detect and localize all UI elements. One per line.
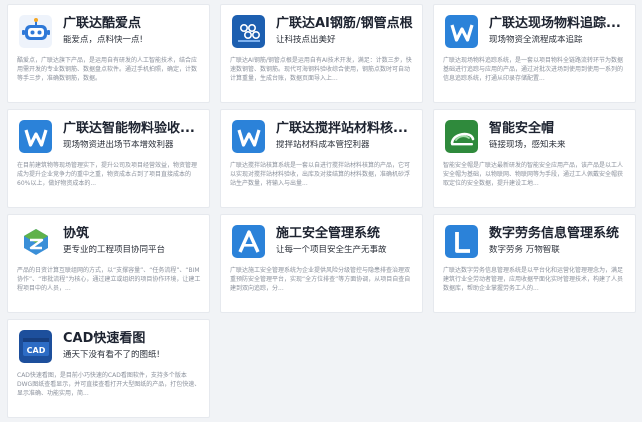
product-title[interactable]: 数字劳务信息管理系统 [489, 226, 629, 242]
product-title[interactable]: 广联达搅拌站材料核... [276, 121, 416, 137]
product-title[interactable]: 施工安全管理系统 [276, 226, 416, 242]
product-subtitle: 通天下没有看不了的图纸! [63, 350, 160, 360]
helmet-icon [445, 120, 478, 153]
product-description: 在目前建筑物等现场管理实下，提升公司及项目经营效益，物资管理成为提升企业竞争力的… [17, 162, 198, 187]
product-title[interactable]: 广联达智能物料验收... [63, 121, 203, 137]
product-card[interactable]: 广联达搅拌站材料核... 搅拌站材料成本管控利器 广联达搅拌站核算系统是一套以自… [220, 109, 423, 208]
product-card[interactable]: 广联达酷爱点 能爱点，点料快一点! 酷爱点，广联达旗下产品，是运用自有研发的人工… [7, 4, 210, 103]
product-description: 广联达搅拌站核算系统是一套以自进行搅拌站材料核算的产品，它可以实现对搅拌站材料验… [230, 162, 411, 187]
rebar-icon [232, 15, 265, 48]
product-subtitle: 链接现场，感知未来 [489, 140, 566, 150]
product-card[interactable]: 智能安全帽 链接现场，感知未来 智能安全帽是广联达最新研发的智能安全应用产品，该… [433, 109, 636, 208]
product-description: 广联达数字劳务信息管理系统是以平台化和运营化管理理念为，满足建筑行业全劳动者管理… [443, 267, 624, 292]
product-description: 广联达施工安全管理系统为企业提供风险分级管控与隐患排查治理双重预防安全管理平台，… [230, 267, 411, 292]
w-logo-icon [445, 15, 478, 48]
product-subtitle: 让科技点出美好 [276, 35, 336, 45]
product-subtitle: 搅拌站材料成本管控利器 [276, 140, 370, 150]
product-subtitle: 更专业的工程项目协同平台 [63, 245, 166, 255]
svg-text:CAD: CAD [26, 346, 45, 355]
product-title[interactable]: 广联达酷爱点 [63, 16, 203, 32]
product-card[interactable]: CAD CAD快速看图 通天下没有看不了的图纸! CAD快速看图，是目前小巧快速… [7, 319, 210, 418]
product-description: 智能安全帽是广联达最新研发的智能安全应用产品，该产品是以工人安全帽为基础，以物联… [443, 162, 624, 187]
product-card[interactable]: 数字劳务信息管理系统 数字劳务 万物智联 广联达数字劳务信息管理系统是以平台化和… [433, 214, 636, 313]
product-subtitle: 让每一个项目安全生产无事故 [276, 245, 387, 255]
product-card[interactable]: 广联达智能物料验收... 现场物资进出场节本增效利器 在目前建筑物等现场管理实下… [7, 109, 210, 208]
product-subtitle: 能爱点，点料快一点! [63, 35, 143, 45]
product-description: 严品的日资计算互联组网的方式，以“支撑容量”、“任务流程”、“BIM协作”、“审… [17, 267, 201, 292]
product-description: 酷爱点，广联达旗下产品，是运用自有研发的人工智能技术，结合应用需开发的专业数钢筋… [17, 57, 198, 82]
product-title[interactable]: CAD快速看图 [63, 331, 203, 347]
product-title[interactable]: 广联达AI钢筋/钢管点根 [276, 16, 416, 32]
product-subtitle: 现场物资全流程成本追踪 [489, 35, 583, 45]
l-logo-icon [445, 225, 478, 258]
product-subtitle: 数字劳务 万物智联 [489, 245, 560, 255]
a-logo-icon [232, 225, 265, 258]
product-subtitle: 现场物资进出场节本增效利器 [63, 140, 174, 150]
xiezhu-icon [19, 225, 52, 258]
cad-icon: CAD [19, 330, 52, 363]
w-logo-icon [19, 120, 52, 153]
product-card[interactable]: 广联达现场物料追踪... 现场物资全流程成本追踪 广联达现场物料追踪系统，是一套… [433, 4, 636, 103]
robot-icon [19, 15, 52, 48]
product-card[interactable]: 施工安全管理系统 让每一个项目安全生产无事故 广联达施工安全管理系统为企业提供风… [220, 214, 423, 313]
product-description: 广联达AI钢筋/钢管点根是运用自有AI技术开发，满足：计数三步，快速数钢管、数钢… [230, 57, 412, 82]
product-title[interactable]: 广联达现场物料追踪... [489, 16, 629, 32]
product-card[interactable]: 广联达AI钢筋/钢管点根 让科技点出美好 广联达AI钢筋/钢管点根是运用自有AI… [220, 4, 423, 103]
product-grid: 广联达酷爱点 能爱点，点料快一点! 酷爱点，广联达旗下产品，是运用自有研发的人工… [7, 4, 636, 418]
product-card[interactable]: 协筑 更专业的工程项目协同平台 严品的日资计算互联组网的方式，以“支撑容量”、“… [7, 214, 210, 313]
w-logo-icon [232, 120, 265, 153]
product-title[interactable]: 协筑 [63, 226, 203, 242]
product-title[interactable]: 智能安全帽 [489, 121, 629, 137]
product-description: CAD快速看图，是目前小巧快速的CAD看图软件，支持多个版本DWG图纸查看显示，… [17, 372, 201, 397]
product-description: 广联达现场物料追踪系统，是一套以项目物料全链路流转环节为数据基础进行追踪与应用的… [443, 57, 624, 82]
